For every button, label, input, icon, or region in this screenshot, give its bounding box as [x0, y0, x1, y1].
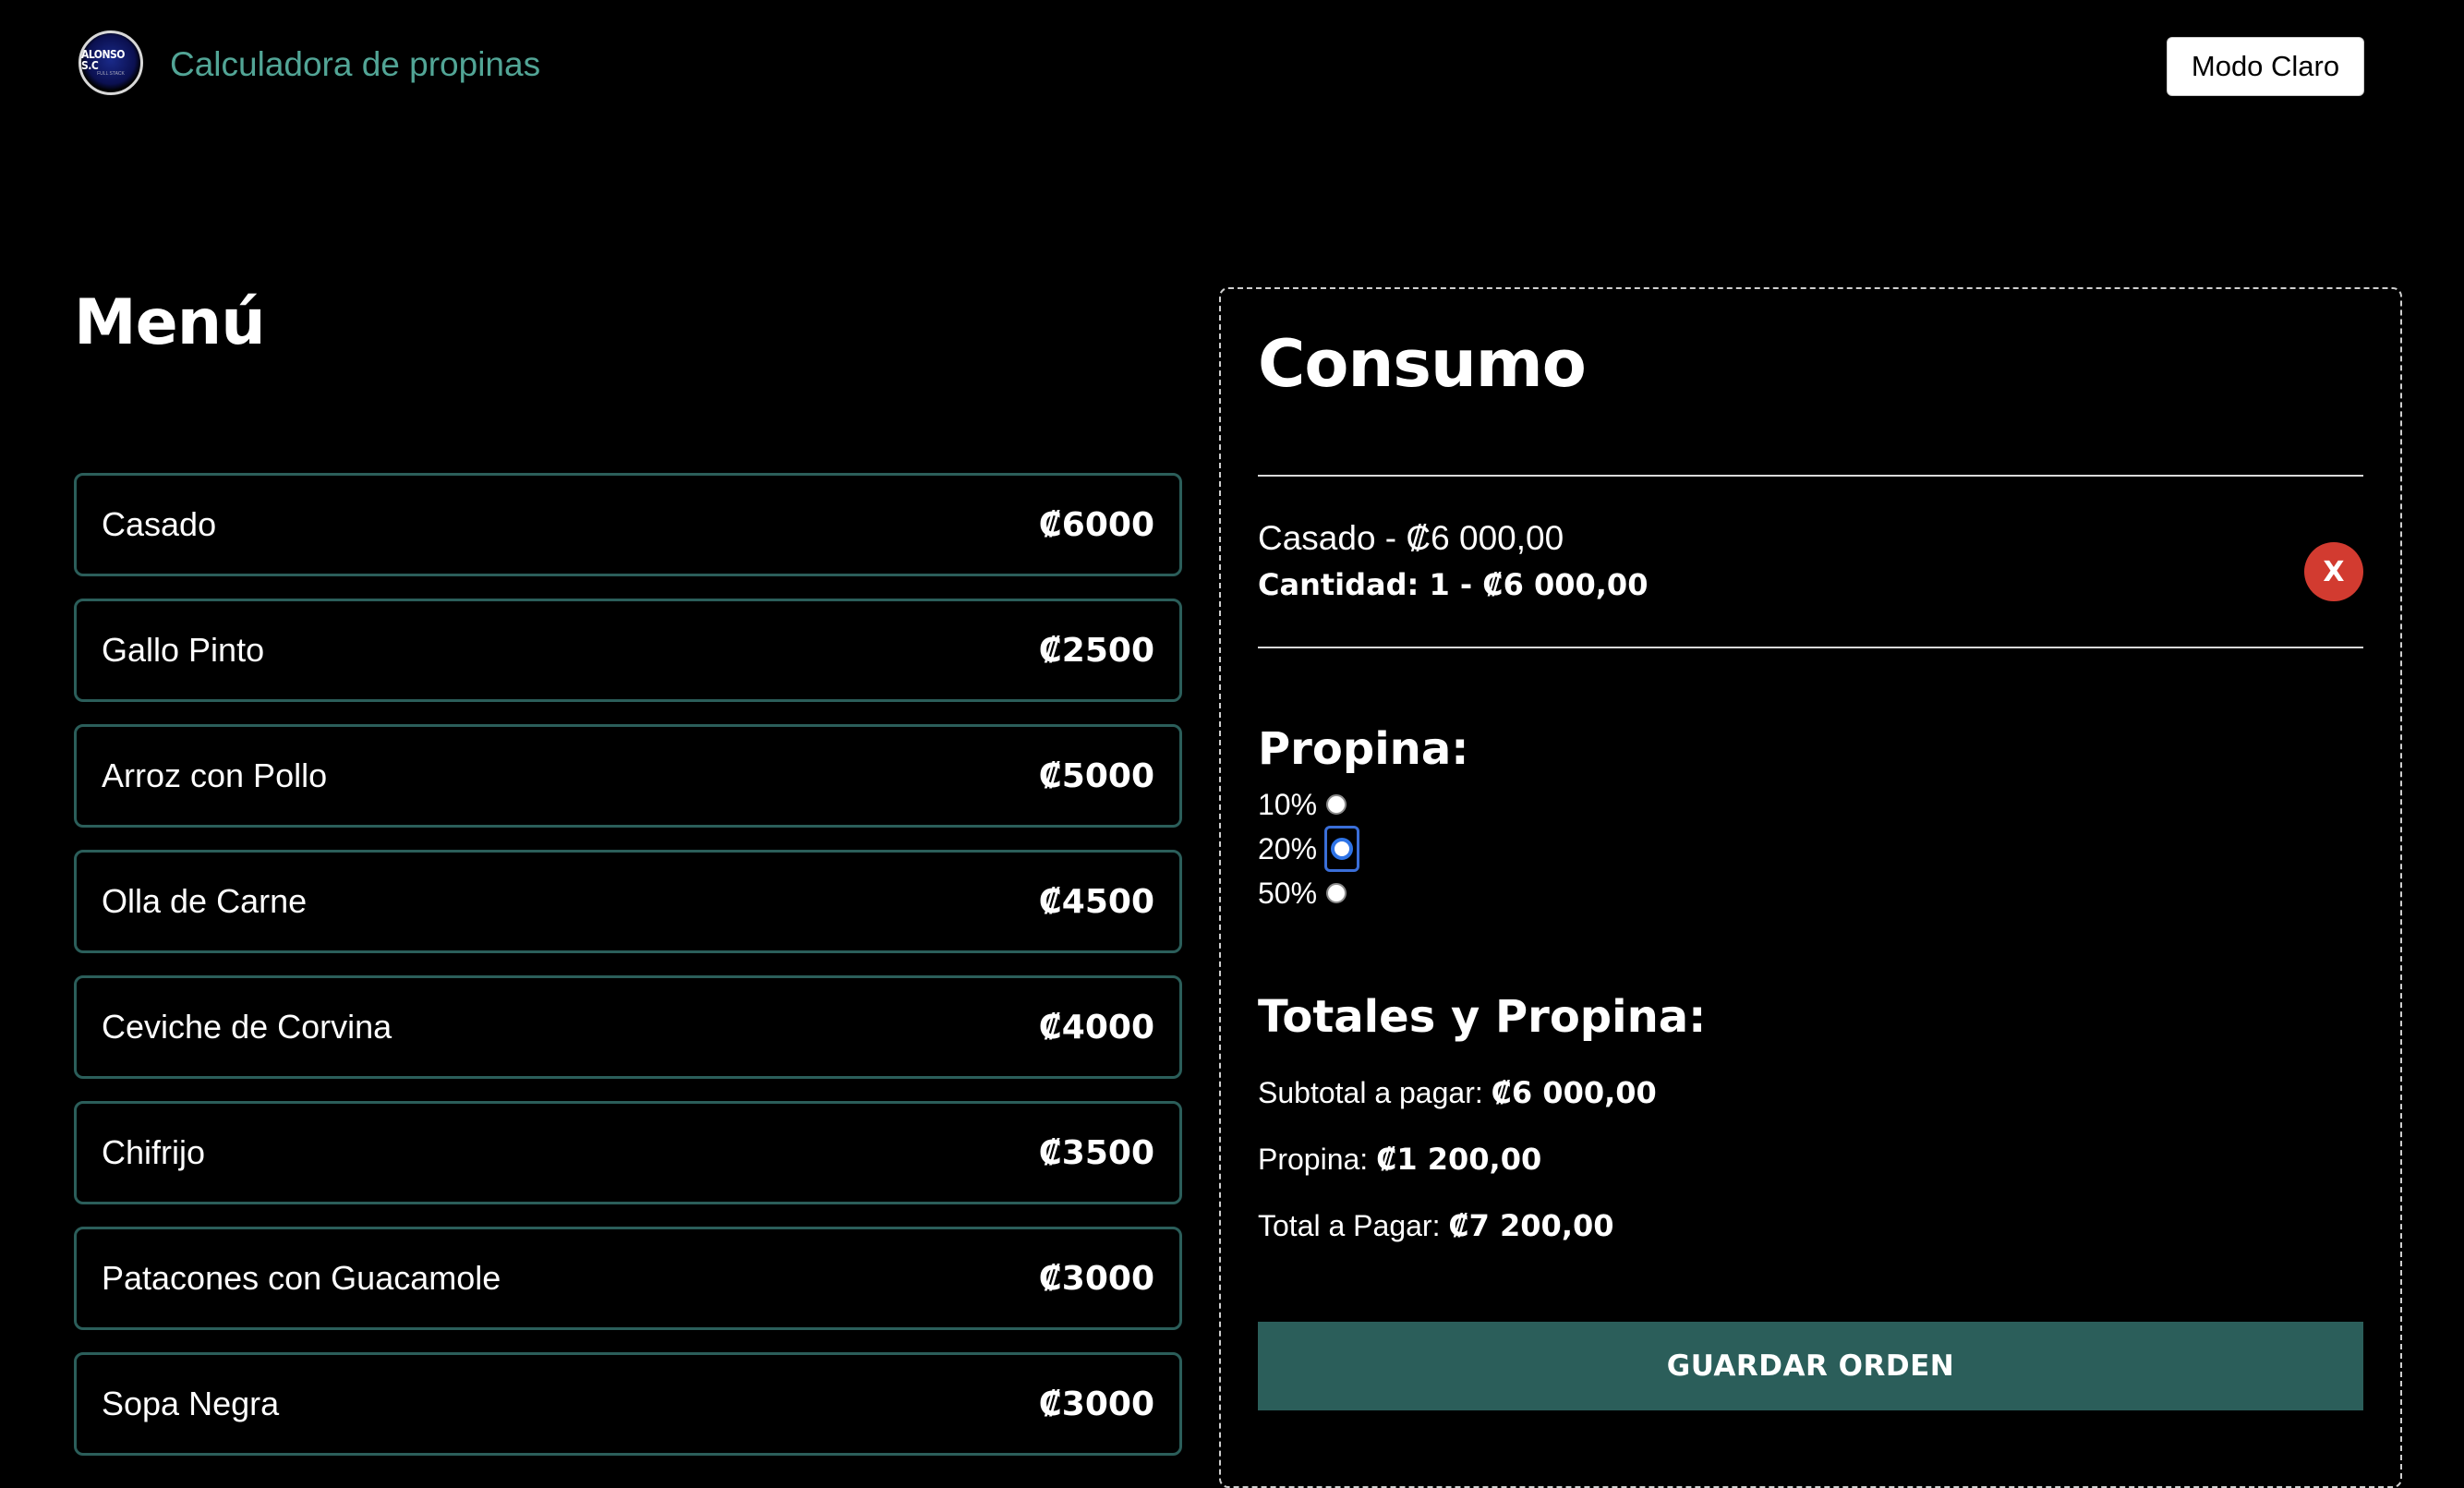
header: ALONSO S.C FULL STACK Calculadora de pro… [0, 0, 2464, 134]
subtotal-line: Subtotal a pagar: ₡6 000,00 [1258, 1074, 1657, 1111]
menu-heading: Menú [74, 286, 266, 359]
menu-item-name: Chifrijo [102, 1133, 206, 1171]
brand-logo: ALONSO S.C FULL STACK [79, 30, 143, 95]
propina-line: Propina: ₡1 200,00 [1258, 1141, 1541, 1178]
app-title: Calculadora de propinas [170, 45, 541, 83]
menu-item-price: ₡3000 [1038, 1259, 1154, 1298]
logo-text: ALONSO S.C [81, 48, 125, 72]
consumo-heading: Consumo [1258, 326, 1587, 402]
menu-item-olla-de-carne[interactable]: Olla de Carne ₡4500 [74, 850, 1182, 953]
menu-item-price: ₡3500 [1038, 1133, 1154, 1172]
menu-item-arroz-con-pollo[interactable]: Arroz con Pollo ₡5000 [74, 724, 1182, 828]
tip-radio-20[interactable] [1324, 826, 1360, 872]
tip-option-50[interactable]: 50% [1258, 872, 1347, 914]
menu-item-price: ₡3000 [1038, 1385, 1154, 1423]
menu-item-price: ₡2500 [1038, 631, 1154, 670]
menu-item-name: Arroz con Pollo [102, 756, 328, 794]
menu-section: Menú Casado ₡6000 Gallo Pinto ₡2500 Arro… [74, 286, 1182, 1456]
remove-item-button[interactable]: X [2304, 542, 2363, 601]
theme-toggle-button[interactable]: Modo Claro [2167, 37, 2364, 96]
propina-label: Propina: [1258, 1143, 1369, 1176]
menu-item-name: Olla de Carne [102, 882, 308, 920]
menu-item-price: ₡4000 [1038, 1008, 1154, 1046]
menu-item-sopa-negra[interactable]: Sopa Negra ₡3000 [74, 1352, 1182, 1456]
radio-selected-dot [1331, 838, 1354, 860]
tip-radio-50[interactable] [1326, 883, 1347, 903]
menu-item-casado[interactable]: Casado ₡6000 [74, 473, 1182, 576]
propina-value: ₡1 200,00 [1376, 1142, 1542, 1177]
logo-subtext: FULL STACK [97, 71, 125, 77]
menu-item-ceviche-de-corvina[interactable]: Ceviche de Corvina ₡4000 [74, 975, 1182, 1079]
tip-option-label: 50% [1258, 876, 1318, 910]
menu-item-patacones-con-guacamole[interactable]: Patacones con Guacamole ₡3000 [74, 1227, 1182, 1330]
tip-option-label: 20% [1258, 831, 1318, 865]
order-item-name-price: Casado - ₡6 000,00 [1258, 519, 1564, 557]
total-line: Total a Pagar: ₡7 200,00 [1258, 1207, 1614, 1244]
divider [1258, 647, 2363, 648]
menu-item-chifrijo[interactable]: Chifrijo ₡3500 [74, 1101, 1182, 1204]
subtotal-value: ₡6 000,00 [1491, 1075, 1657, 1110]
consumo-panel: Consumo Casado - ₡6 000,00 Cantidad: 1 -… [1219, 287, 2402, 1488]
total-value: ₡7 200,00 [1448, 1208, 1614, 1243]
total-label: Total a Pagar: [1258, 1209, 1441, 1242]
tip-option-10[interactable]: 10% [1258, 783, 1347, 826]
save-order-button[interactable]: GUARDAR ORDEN [1258, 1322, 2363, 1410]
menu-item-name: Ceviche de Corvina [102, 1008, 393, 1046]
tip-option-label: 10% [1258, 787, 1318, 821]
menu-item-name: Patacones con Guacamole [102, 1259, 501, 1297]
totales-heading: Totales y Propina: [1258, 991, 1707, 1043]
divider [1258, 475, 2363, 477]
propina-heading: Propina: [1258, 723, 1469, 775]
menu-item-name: Casado [102, 505, 217, 543]
tip-radio-10[interactable] [1326, 794, 1347, 815]
order-item: Casado - ₡6 000,00 Cantidad: 1 - ₡6 000,… [1258, 518, 2363, 647]
menu-item-gallo-pinto[interactable]: Gallo Pinto ₡2500 [74, 599, 1182, 702]
menu-item-name: Sopa Negra [102, 1385, 280, 1422]
order-item-quantity: Cantidad: 1 - ₡6 000,00 [1258, 567, 1649, 602]
menu-item-price: ₡4500 [1038, 882, 1154, 921]
menu-item-price: ₡6000 [1038, 505, 1154, 544]
subtotal-label: Subtotal a pagar: [1258, 1076, 1483, 1109]
menu-item-name: Gallo Pinto [102, 631, 265, 669]
tip-option-20[interactable]: 20% [1258, 826, 1360, 872]
menu-item-price: ₡5000 [1038, 756, 1154, 795]
